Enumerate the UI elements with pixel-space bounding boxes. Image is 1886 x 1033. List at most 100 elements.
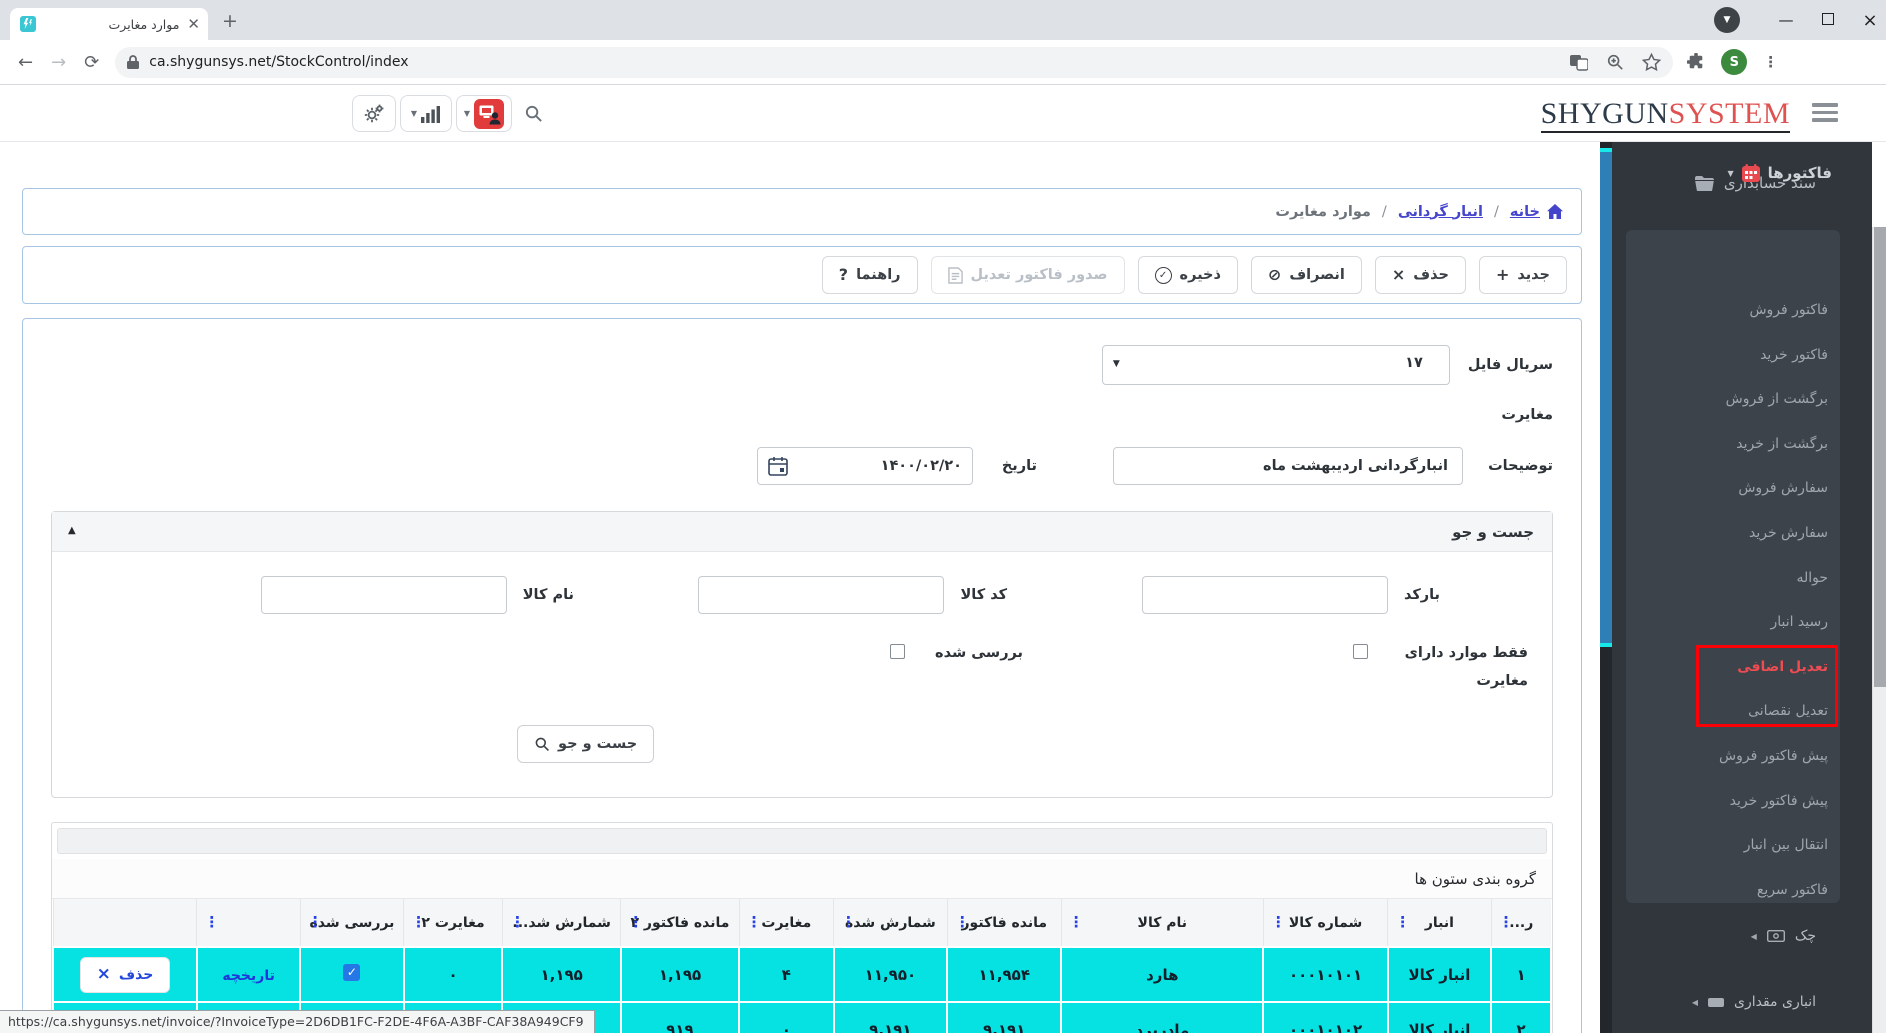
sidebar-item-quantity-store[interactable]: انباری مقداری ◀ <box>1600 994 1872 1010</box>
date-input[interactable]: ۱۴۰۰/۰۲/۲۰ <box>757 447 973 485</box>
bookmark-star-icon[interactable] <box>1642 53 1661 71</box>
page-scrollbar[interactable] <box>1872 227 1886 1033</box>
col-item-code[interactable]: ⋮شماره کالا <box>1263 899 1387 947</box>
sidebar-item-12[interactable]: انتقال بین انبار <box>1658 837 1872 853</box>
back-button[interactable]: ← <box>18 52 33 73</box>
sidebar-item-cheque[interactable]: چک ◀ <box>1600 928 1872 944</box>
history-link[interactable]: تاریخچه <box>222 968 275 984</box>
column-menu-icon[interactable]: ⋮ <box>1069 913 1084 931</box>
col-invoice-balance-2[interactable]: ⋮مانده فاکتور ۲ <box>621 899 739 947</box>
search-panel-header[interactable]: جست و جو ▲ <box>52 512 1552 552</box>
sidebar-item-0[interactable]: فاکتور فروش <box>1658 302 1872 318</box>
serial-select[interactable]: ۱۷ ▼ <box>1102 345 1450 385</box>
column-menu-icon[interactable]: ⋮ <box>1271 913 1286 931</box>
column-menu-icon[interactable]: ⋮ <box>1395 913 1410 931</box>
help-button[interactable]: ?راهنما <box>822 256 918 294</box>
col-counted-2[interactable]: ⋮شمارش شد... <box>502 899 620 947</box>
browser-menu-icon[interactable]: ⋮ <box>1763 53 1778 71</box>
col-store[interactable]: ⋮انبار <box>1388 899 1491 947</box>
sidebar-item-11[interactable]: پیش فاکتور خرید <box>1658 793 1872 809</box>
collapse-arrow-icon[interactable]: ▲ <box>68 525 76 536</box>
window-maximize-button[interactable] <box>1818 11 1838 29</box>
forward-button[interactable]: → <box>51 52 66 73</box>
col-history[interactable]: ⋮ <box>197 899 300 947</box>
status-bar-link-preview: https://ca.shygunsys.net/invoice/?Invoic… <box>0 1010 595 1033</box>
search-submit-button[interactable]: جست و جو <box>517 725 654 763</box>
col-item-name[interactable]: ⋮نام کالا <box>1061 899 1263 947</box>
sidebar-item-4[interactable]: سفارش فروش <box>1658 480 1872 496</box>
barcode-input[interactable] <box>1142 576 1388 614</box>
reviewed-filter-checkbox[interactable] <box>890 644 905 659</box>
row-delete-button[interactable]: ×حذف <box>80 957 171 993</box>
col-mismatch[interactable]: ⋮مغایرت <box>739 899 833 947</box>
description-input[interactable]: انبارگردانی اردیبهشت ماه <box>1113 447 1463 485</box>
column-menu-icon[interactable]: ⋮ <box>510 913 525 931</box>
support-button[interactable]: ▼ <box>456 95 512 132</box>
action-toolbar: +جدید ×حذف ⊘انصراف ✓ذخیره صدور فاکتور تع… <box>22 246 1582 304</box>
col-reviewed[interactable]: ⋮بررسی شده <box>300 899 403 947</box>
tab-close-icon[interactable]: ✕ <box>187 17 200 32</box>
settings-button[interactable] <box>352 95 396 132</box>
column-menu-icon[interactable]: ⋮ <box>955 913 970 931</box>
save-button[interactable]: ✓ذخیره <box>1138 256 1238 294</box>
reviewed-checkbox[interactable] <box>343 964 360 981</box>
delete-button[interactable]: ×حذف <box>1375 256 1466 294</box>
hamburger-menu-icon[interactable] <box>1812 103 1838 122</box>
grid-cell-diff: ۴ <box>739 947 833 1002</box>
content-area: خانه / انبار گردانی / موارد مغایرت +جدید… <box>0 142 1600 1033</box>
reports-button[interactable]: ▼ <box>400 95 452 132</box>
zoom-icon[interactable] <box>1606 53 1624 71</box>
breadcrumb-section-link[interactable]: انبار گردانی <box>1398 204 1483 220</box>
media-control-icon[interactable]: ▼ <box>1714 7 1740 33</box>
sidebar-item-2[interactable]: برگشت از فروش <box>1658 391 1872 407</box>
extensions-icon[interactable] <box>1687 53 1705 71</box>
sidebar-item-1[interactable]: فاکتور خرید <box>1658 347 1872 363</box>
address-bar[interactable]: ca.shygunsys.net/StockControl/index <box>115 47 1673 78</box>
reload-button[interactable]: ⟳ <box>84 52 99 73</box>
sidebar-item-9[interactable]: تعدیل نقصانی <box>1658 703 1872 719</box>
check-circle-icon: ✓ <box>1155 267 1172 284</box>
page-scrollbar-thumb[interactable] <box>1874 227 1886 687</box>
description-label: توضیحات <box>1481 458 1553 474</box>
column-menu-icon[interactable]: ⋮ <box>204 913 219 931</box>
sidebar-item-13[interactable]: فاکتور سریع <box>1658 882 1872 898</box>
new-tab-button[interactable]: + <box>222 10 238 32</box>
header-search-button[interactable] <box>524 104 543 123</box>
sidebar-item-3[interactable]: برگشت از خرید <box>1658 436 1872 452</box>
sidebar-scrollbar-thumb[interactable] <box>1600 152 1612 643</box>
col-invoice-balance[interactable]: ⋮مانده فاکتور <box>947 899 1061 947</box>
search-icon <box>524 104 543 123</box>
column-menu-icon[interactable]: ⋮ <box>1499 913 1514 931</box>
sidebar-item-5[interactable]: سفارش خرید <box>1658 525 1872 541</box>
sidebar-item-6[interactable]: حواله <box>1658 570 1872 586</box>
column-menu-icon[interactable]: ⋮ <box>747 913 762 931</box>
col-row-number[interactable]: ⋮ر... <box>1491 899 1551 947</box>
sidebar-item-10[interactable]: پیش فاکتور فروش <box>1658 748 1872 764</box>
browser-tab[interactable]: موارد مغایرت ✕ <box>10 8 208 40</box>
window-close-button[interactable]: × <box>1860 10 1880 31</box>
only-mismatch-label: فقط موارد دارای مغایرت <box>1398 640 1528 695</box>
sidebar-scrollbar[interactable] <box>1600 142 1612 1033</box>
cancel-button[interactable]: ⊘انصراف <box>1251 256 1362 294</box>
column-menu-icon[interactable]: ⋮ <box>411 913 426 931</box>
col-mismatch-2[interactable]: ⋮مغایرت ۲ <box>404 899 503 947</box>
sidebar-item-7[interactable]: رسید انبار <box>1658 614 1872 630</box>
col-counted[interactable]: ⋮شمارش شده <box>834 899 948 947</box>
new-button[interactable]: +جدید <box>1479 256 1567 294</box>
x-icon: × <box>1392 267 1405 283</box>
breadcrumb-home-link[interactable]: خانه <box>1510 204 1540 220</box>
grid-cell-name: مادربرد <box>1061 1002 1263 1033</box>
item-code-input[interactable] <box>698 576 944 614</box>
profile-avatar[interactable]: S <box>1721 49 1747 75</box>
grid-group-drop-area[interactable] <box>57 828 1547 854</box>
issue-adjustment-invoice-button[interactable]: صدور فاکتور تعدیل <box>931 256 1125 294</box>
translate-icon[interactable] <box>1570 53 1588 71</box>
window-minimize-button[interactable]: — <box>1776 11 1796 29</box>
sidebar-item-8[interactable]: تعدیل اضافی <box>1658 659 1872 675</box>
item-name-input[interactable] <box>261 576 507 614</box>
sidebar-group-invoices[interactable]: فاکتورها ▼ <box>1658 164 1872 182</box>
column-menu-icon[interactable]: ⋮ <box>308 913 323 931</box>
column-menu-icon[interactable]: ⋮ <box>628 913 643 931</box>
only-mismatch-checkbox[interactable] <box>1353 644 1368 659</box>
column-menu-icon[interactable]: ⋮ <box>841 913 856 931</box>
